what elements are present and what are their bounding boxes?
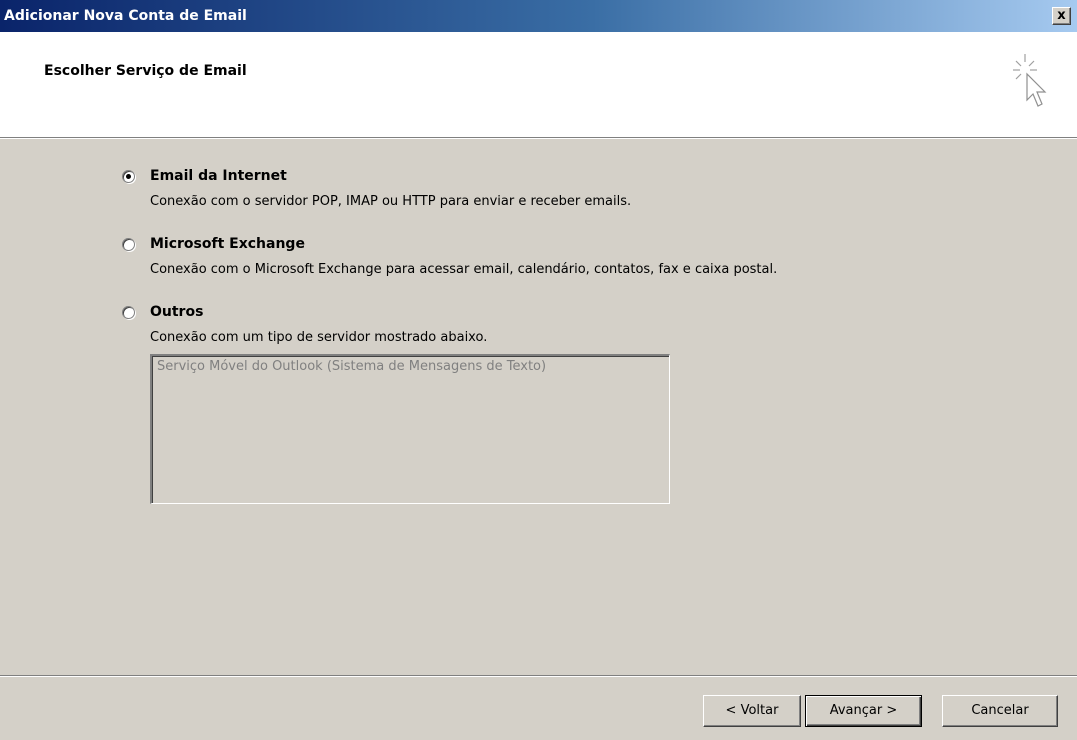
page-title: Escolher Serviço de Email xyxy=(44,63,247,79)
option-description: Conexão com o Microsoft Exchange para ac… xyxy=(150,262,778,277)
option-label[interactable]: Email da Internet xyxy=(150,168,287,184)
option-label[interactable]: Microsoft Exchange xyxy=(150,236,305,252)
other-services-listbox: Serviço Móvel do Outlook (Sistema de Men… xyxy=(150,354,670,504)
radio-internet-email[interactable] xyxy=(122,170,135,183)
radio-other[interactable] xyxy=(122,306,135,319)
option-description: Conexão com um tipo de servidor mostrado… xyxy=(150,330,488,345)
title-bar[interactable]: Adicionar Nova Conta de Email x xyxy=(0,0,1077,32)
wizard-cursor-sparkle-icon xyxy=(1013,54,1047,107)
wizard-header: Escolher Serviço de Email xyxy=(0,32,1077,139)
footer-divider xyxy=(0,675,1077,677)
next-button[interactable]: Avançar > xyxy=(805,695,922,727)
list-item: Serviço Móvel do Outlook (Sistema de Men… xyxy=(157,359,547,374)
cancel-button[interactable]: Cancelar xyxy=(942,695,1058,727)
radio-microsoft-exchange[interactable] xyxy=(122,238,135,251)
window-title: Adicionar Nova Conta de Email xyxy=(4,8,247,24)
close-button[interactable]: x xyxy=(1052,7,1071,25)
back-button[interactable]: < Voltar xyxy=(703,695,801,727)
option-label[interactable]: Outros xyxy=(150,304,203,320)
wizard-content: Email da Internet Conexão com o servidor… xyxy=(0,140,1077,675)
option-description: Conexão com o servidor POP, IMAP ou HTTP… xyxy=(150,194,632,209)
